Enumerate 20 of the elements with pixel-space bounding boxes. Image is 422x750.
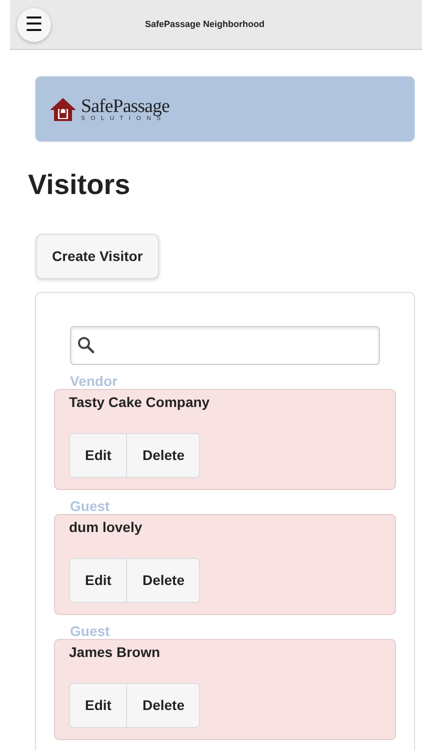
house-lock-icon — [49, 96, 77, 122]
edit-button[interactable]: Edit — [70, 558, 126, 602]
logo-name: SafePassage — [81, 96, 170, 116]
menu-button[interactable]: ☰ — [17, 8, 51, 42]
edit-button[interactable]: Edit — [70, 684, 126, 727]
search-icon — [77, 336, 95, 354]
visitor-name: Tasty Cake Company — [69, 392, 211, 412]
edit-button[interactable]: Edit — [70, 434, 126, 477]
delete-button[interactable]: Delete — [126, 434, 200, 477]
delete-button[interactable]: Delete — [126, 558, 200, 602]
visitor-name: dum lovely — [69, 518, 144, 537]
category-label: Vendor — [70, 374, 118, 388]
visitor-name: James Brown — [69, 642, 162, 662]
category-label: Guest — [70, 624, 111, 638]
search-field[interactable] — [70, 326, 380, 365]
create-visitor-button[interactable]: Create Visitor — [36, 234, 159, 279]
category-label: Guest — [70, 498, 111, 513]
page-title: Visitors — [28, 168, 132, 202]
delete-button[interactable]: Delete — [126, 684, 200, 727]
app-title: SafePassage Neighborhood — [145, 18, 265, 31]
